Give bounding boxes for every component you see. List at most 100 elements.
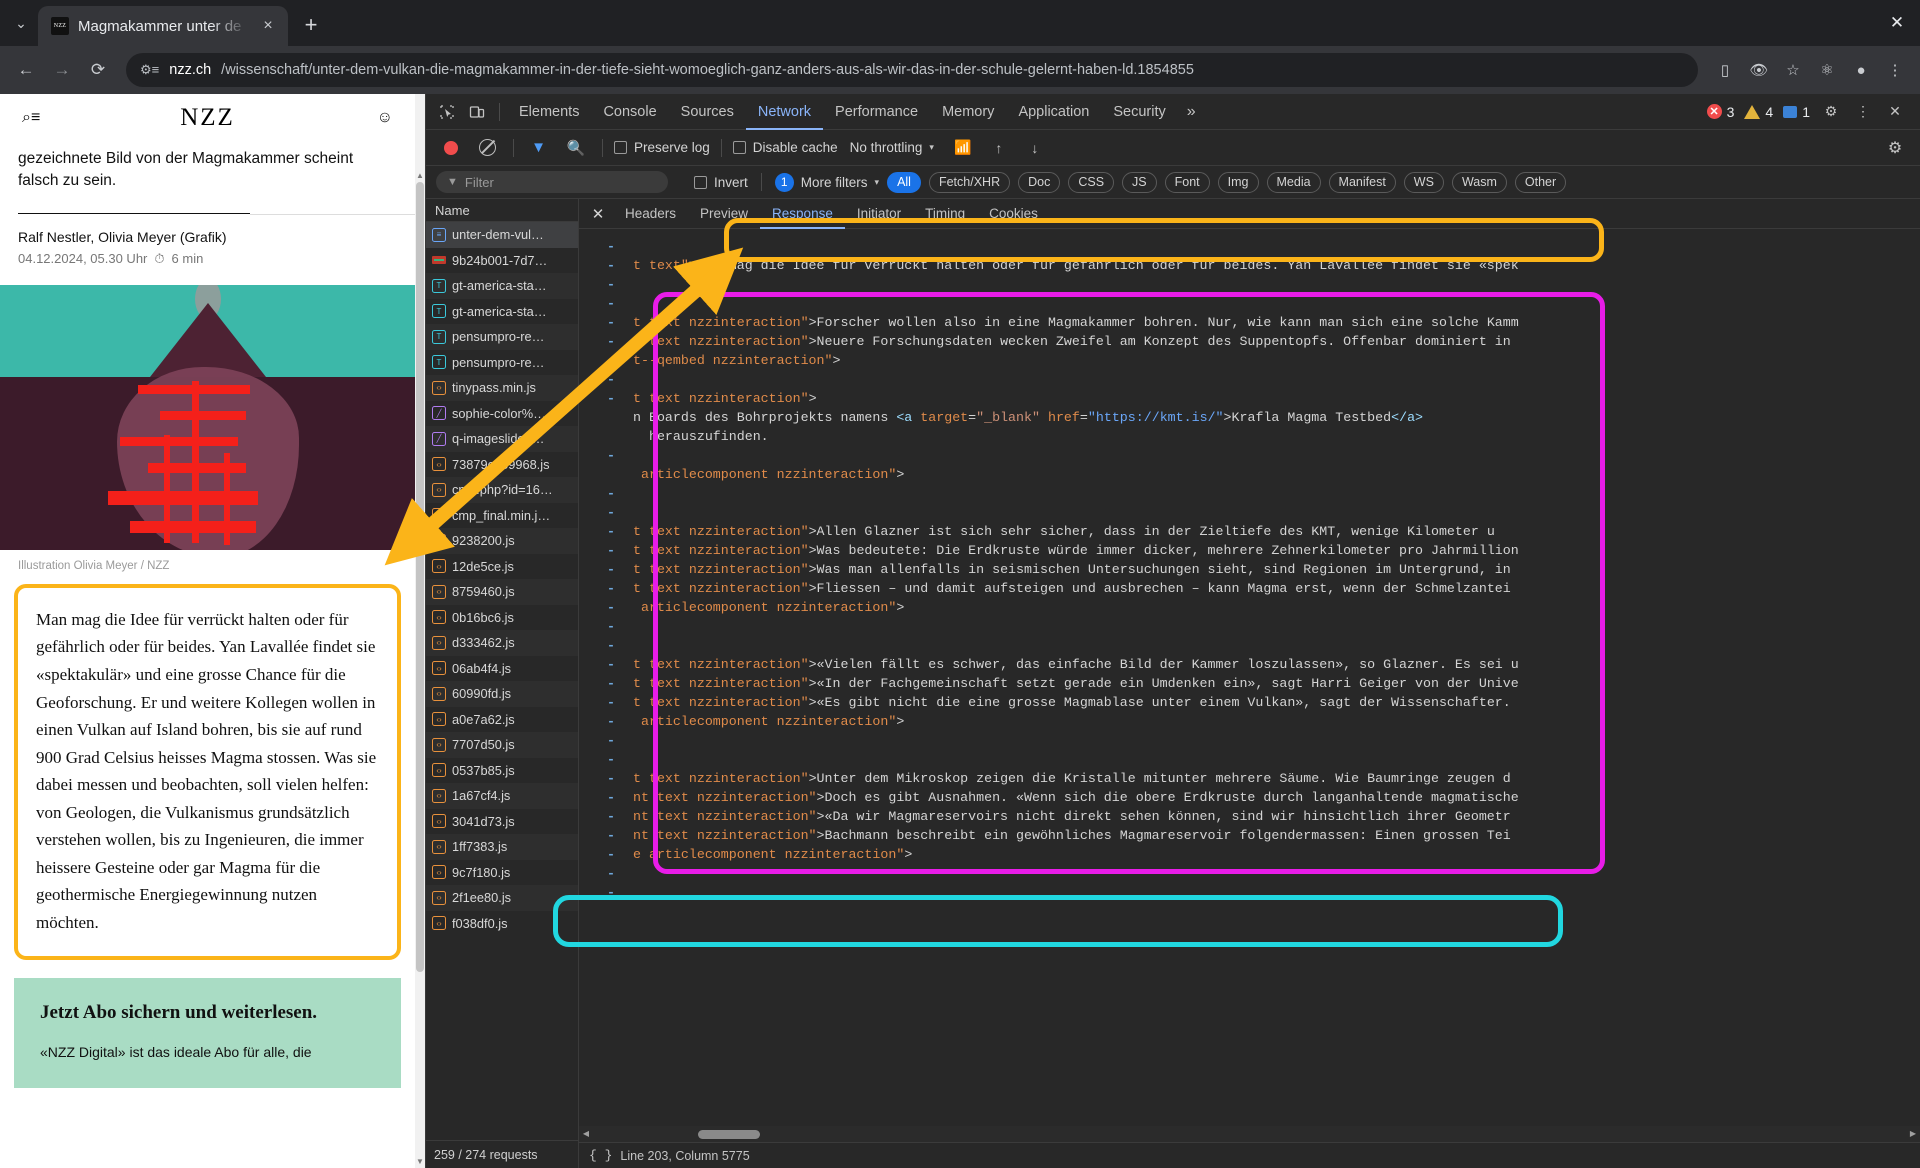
scroll-left-arrow-icon[interactable]: ◀ <box>579 1126 593 1142</box>
tab-security[interactable]: Security <box>1101 94 1177 130</box>
resource-type-ws[interactable]: WS <box>1403 171 1444 193</box>
account-person-icon[interactable]: ☺ <box>377 109 393 127</box>
netlist-row[interactable]: ‹› f038df0.js <box>426 911 578 937</box>
fold-marker[interactable]: - <box>589 693 633 712</box>
tab-memory[interactable]: Memory <box>930 94 1006 130</box>
netlist-row[interactable]: ‹› 2f1ee80.js <box>426 885 578 911</box>
fold-marker[interactable]: - <box>589 522 633 541</box>
fold-marker[interactable]: - <box>589 826 633 845</box>
filter-toggle-icon[interactable]: ▼ <box>525 134 555 162</box>
resource-type-img[interactable]: Img <box>1217 171 1259 193</box>
tab-response[interactable]: Response <box>760 199 845 229</box>
fold-marker[interactable]: - <box>589 256 633 275</box>
tab-preview[interactable]: Preview <box>688 199 760 229</box>
extensions-icon[interactable]: ⚛ <box>1812 55 1842 85</box>
fold-marker[interactable]: - <box>589 503 633 522</box>
filter-input[interactable]: ▼ Filter <box>436 171 668 193</box>
inspect-element-icon[interactable] <box>432 98 462 126</box>
invert-checkbox[interactable]: Invert <box>694 175 748 190</box>
netlist-row[interactable]: ‹› tinypass.min.js <box>426 375 578 401</box>
tab-console[interactable]: Console <box>591 94 668 130</box>
netlist-row[interactable]: ‹› a0e7a62.js <box>426 707 578 733</box>
netlist-row[interactable]: ‹› 12de5ce.js <box>426 554 578 580</box>
tab-elements[interactable]: Elements <box>507 94 591 130</box>
resource-type-manifest[interactable]: Manifest <box>1328 171 1396 193</box>
tab-application[interactable]: Application <box>1006 94 1101 130</box>
clear-network-log-icon[interactable] <box>472 134 502 162</box>
tab-initiator[interactable]: Initiator <box>845 199 913 229</box>
network-conditions-icon[interactable]: 📶 <box>948 134 978 162</box>
throttling-select[interactable]: No throttling ▾ <box>850 140 934 155</box>
network-settings-gear-icon[interactable]: ⚙ <box>1880 134 1910 162</box>
window-close-icon[interactable]: ✕ <box>1874 0 1920 46</box>
netlist-row[interactable]: ‹› 1ff7383.js <box>426 834 578 860</box>
address-bar[interactable]: ⚙≡ nzz.ch/wissenschaft/unter-dem-vulkan-… <box>126 53 1698 87</box>
fold-marker[interactable]: - <box>589 769 633 788</box>
netlist-row[interactable]: ‹› 73879c159968.js <box>426 452 578 478</box>
tab-close-icon[interactable]: × <box>258 16 278 36</box>
warning-count[interactable]: 4 <box>1740 104 1777 120</box>
tab-cookies[interactable]: Cookies <box>977 199 1050 229</box>
response-code-view[interactable]: --t text">Man mag die Idee für verrückt … <box>579 229 1920 1142</box>
fold-marker[interactable]: - <box>589 560 633 579</box>
tab-search-chevron-icon[interactable]: ⌄ <box>4 6 38 40</box>
cast-icon[interactable]: ▯ <box>1710 55 1740 85</box>
fold-marker[interactable]: - <box>589 237 633 256</box>
tab-timing[interactable]: Timing <box>913 199 977 229</box>
fold-marker[interactable]: - <box>589 389 633 408</box>
kebab-icon[interactable]: ⋮ <box>1848 98 1878 126</box>
netlist-row[interactable]: ‹› cmp_final.min.j… <box>426 503 578 529</box>
fold-marker[interactable]: - <box>589 332 633 351</box>
netlist-row[interactable]: ‹› 8759460.js <box>426 579 578 605</box>
page-scrollbar-thumb[interactable] <box>416 182 424 972</box>
tab-performance[interactable]: Performance <box>823 94 930 130</box>
netlist-row[interactable]: ‹› 0b16bc6.js <box>426 605 578 631</box>
site-settings-icon[interactable]: ⚙≡ <box>140 62 159 78</box>
preserve-log-checkbox[interactable]: Preserve log <box>614 140 710 155</box>
new-tab-button[interactable]: + <box>294 8 328 42</box>
netlist-row[interactable]: Tpensumpro-re… <box>426 324 578 350</box>
error-count[interactable]: ✕ 3 <box>1703 104 1739 120</box>
resource-type-all[interactable]: All <box>887 171 921 193</box>
fold-marker[interactable]: - <box>589 731 633 750</box>
message-count[interactable]: 1 <box>1779 104 1814 120</box>
close-request-detail-icon[interactable]: ✕ <box>583 200 613 228</box>
netlist-row[interactable]: ‹› d333462.js <box>426 630 578 656</box>
scroll-right-arrow-icon[interactable]: ▶ <box>1906 1126 1920 1142</box>
more-filters-dropdown[interactable]: 1 More filters ▾ <box>774 172 879 192</box>
fold-marker[interactable]: - <box>589 788 633 807</box>
fold-marker[interactable]: - <box>589 636 633 655</box>
browser-tab[interactable]: NZZ Magmakammer unter de × <box>38 6 288 46</box>
fold-marker[interactable]: - <box>589 598 633 617</box>
netlist-row[interactable]: ≡ unter-dem-vul… <box>426 222 578 248</box>
fold-marker[interactable]: - <box>589 750 633 769</box>
fold-marker[interactable]: - <box>589 579 633 598</box>
fold-marker[interactable]: - <box>589 541 633 560</box>
reload-button[interactable]: ⟳ <box>82 54 114 86</box>
fold-marker[interactable]: - <box>589 313 633 332</box>
export-har-icon[interactable]: ↓ <box>1020 134 1050 162</box>
fold-marker[interactable]: - <box>589 674 633 693</box>
close-devtools-icon[interactable]: ✕ <box>1880 98 1910 126</box>
netlist-row[interactable]: ‹› 06ab4f4.js <box>426 656 578 682</box>
import-har-icon[interactable]: ↑ <box>984 134 1014 162</box>
fold-marker[interactable]: - <box>589 807 633 826</box>
netlist-row[interactable]: Tgt-america-sta… <box>426 273 578 299</box>
fold-marker[interactable]: - <box>589 370 633 389</box>
profile-icon[interactable]: ● <box>1846 55 1876 85</box>
netlist-row[interactable]: ‹› 9c7f180.js <box>426 860 578 886</box>
netlist-row[interactable]: ‹› 9238200.js <box>426 528 578 554</box>
tab-network[interactable]: Network <box>746 94 823 130</box>
resource-type-media[interactable]: Media <box>1266 171 1321 193</box>
netlist-row[interactable]: 9b24b001-7d7… <box>426 248 578 274</box>
resource-type-other[interactable]: Other <box>1514 171 1567 193</box>
forward-button[interactable]: → <box>46 54 78 86</box>
netlist-row[interactable]: ‹› 0537b85.js <box>426 758 578 784</box>
tab-headers[interactable]: Headers <box>613 199 688 229</box>
fold-marker[interactable]: - <box>589 655 633 674</box>
back-button[interactable]: ← <box>10 54 42 86</box>
resource-type-js[interactable]: JS <box>1122 171 1157 193</box>
fold-marker[interactable]: - <box>589 294 633 313</box>
device-toolbar-icon[interactable] <box>462 98 492 126</box>
fold-marker[interactable]: - <box>589 275 633 294</box>
